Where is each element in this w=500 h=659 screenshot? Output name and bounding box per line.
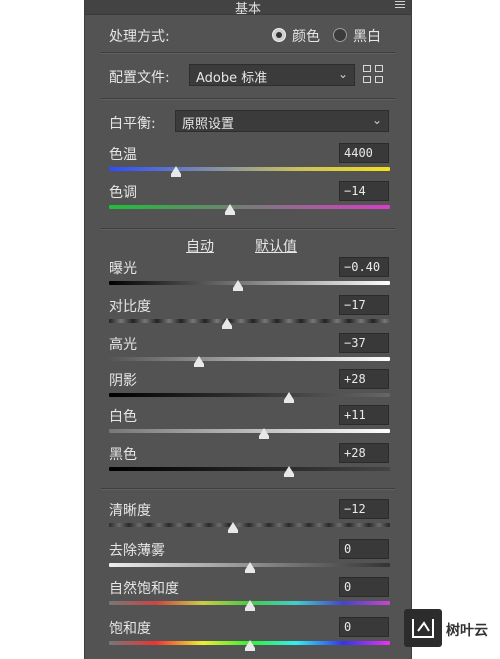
slider-label: 阴影: [109, 373, 137, 389]
slider-thumb[interactable]: [171, 166, 181, 177]
divider: [101, 98, 395, 100]
treatment-color-radio[interactable]: [272, 28, 286, 42]
basic-panel: 基本 处理方式: 颜色 黑白 配置文件: Adobe 标准 ⌄ 白平衡: 原照设…: [84, 0, 412, 659]
slider-value-input[interactable]: −12: [339, 499, 389, 519]
watermark-logo: 树叶云: [404, 609, 500, 649]
slider-thumb[interactable]: [259, 428, 269, 439]
slider-thumb[interactable]: [284, 392, 294, 403]
slider-label: 黑色: [109, 447, 137, 463]
default-link[interactable]: 默认值: [255, 236, 297, 256]
slider-track[interactable]: [109, 467, 390, 471]
slider-label: 曝光: [109, 261, 137, 277]
slider-thumb[interactable]: [245, 600, 255, 611]
slider-label: 饱和度: [109, 621, 151, 637]
watermark-text: 树叶云: [446, 623, 488, 639]
profile-label: 配置文件:: [109, 70, 170, 86]
slider-label: 色调: [109, 185, 137, 201]
slider-value-input[interactable]: +28: [339, 369, 389, 389]
slider-value-input[interactable]: +11: [339, 405, 389, 425]
slider-value-input[interactable]: 0: [339, 539, 389, 559]
slider-track[interactable]: [109, 167, 390, 171]
slider-label: 色温: [109, 147, 137, 163]
slider-value-input[interactable]: −0.40: [339, 257, 389, 277]
white-balance-label: 白平衡:: [109, 116, 156, 132]
profile-browser-grid-icon[interactable]: [363, 65, 385, 85]
slider-value-input[interactable]: −14: [339, 181, 389, 201]
slider-thumb[interactable]: [284, 466, 294, 477]
slider-track[interactable]: [109, 357, 390, 361]
slider-thumb[interactable]: [194, 356, 204, 367]
chevron-down-icon: ⌄: [371, 113, 382, 127]
slider-label: 自然饱和度: [109, 581, 179, 597]
profile-select[interactable]: Adobe 标准 ⌄: [189, 64, 355, 86]
slider-label: 去除薄雾: [109, 543, 165, 559]
divider: [101, 228, 395, 230]
slider-label: 对比度: [109, 299, 151, 315]
slider-value-input[interactable]: +28: [339, 443, 389, 463]
watermark-logo-icon: [404, 609, 442, 647]
treatment-bw-label[interactable]: 黑白: [353, 26, 381, 46]
panel-menu-icon[interactable]: [395, 1, 405, 10]
slider-value-input[interactable]: 0: [339, 577, 389, 597]
slider-track[interactable]: [109, 429, 390, 433]
slider-track[interactable]: [109, 319, 390, 323]
slider-label: 高光: [109, 337, 137, 353]
slider-value-input[interactable]: 0: [339, 617, 389, 637]
slider-track[interactable]: [109, 393, 390, 397]
slider-track[interactable]: [109, 523, 390, 527]
slider-value-input[interactable]: −17: [339, 295, 389, 315]
slider-value-input[interactable]: 4400: [339, 143, 389, 163]
white-balance-select[interactable]: 原照设置 ⌄: [175, 110, 389, 132]
slider-thumb[interactable]: [233, 280, 243, 291]
divider: [101, 488, 395, 490]
divider: [101, 52, 395, 54]
treatment-label: 处理方式:: [109, 29, 170, 45]
slider-thumb[interactable]: [228, 522, 238, 533]
slider-track[interactable]: [109, 281, 390, 285]
panel-title: 基本: [234, 2, 261, 17]
slider-label: 白色: [109, 409, 137, 425]
profile-value: Adobe 标准: [196, 71, 268, 86]
treatment-bw-radio[interactable]: [333, 28, 347, 42]
slider-thumb[interactable]: [222, 318, 232, 329]
slider-track[interactable]: [109, 205, 390, 209]
slider-thumb[interactable]: [245, 640, 255, 651]
treatment-color-label[interactable]: 颜色: [292, 26, 320, 46]
slider-label: 清晰度: [109, 503, 151, 519]
panel-header: 基本: [85, 0, 411, 17]
auto-link[interactable]: 自动: [186, 236, 214, 256]
white-balance-value: 原照设置: [182, 117, 235, 132]
chevron-down-icon: ⌄: [337, 67, 348, 81]
slider-thumb[interactable]: [225, 204, 235, 215]
slider-value-input[interactable]: −37: [339, 333, 389, 353]
slider-thumb[interactable]: [245, 562, 255, 573]
